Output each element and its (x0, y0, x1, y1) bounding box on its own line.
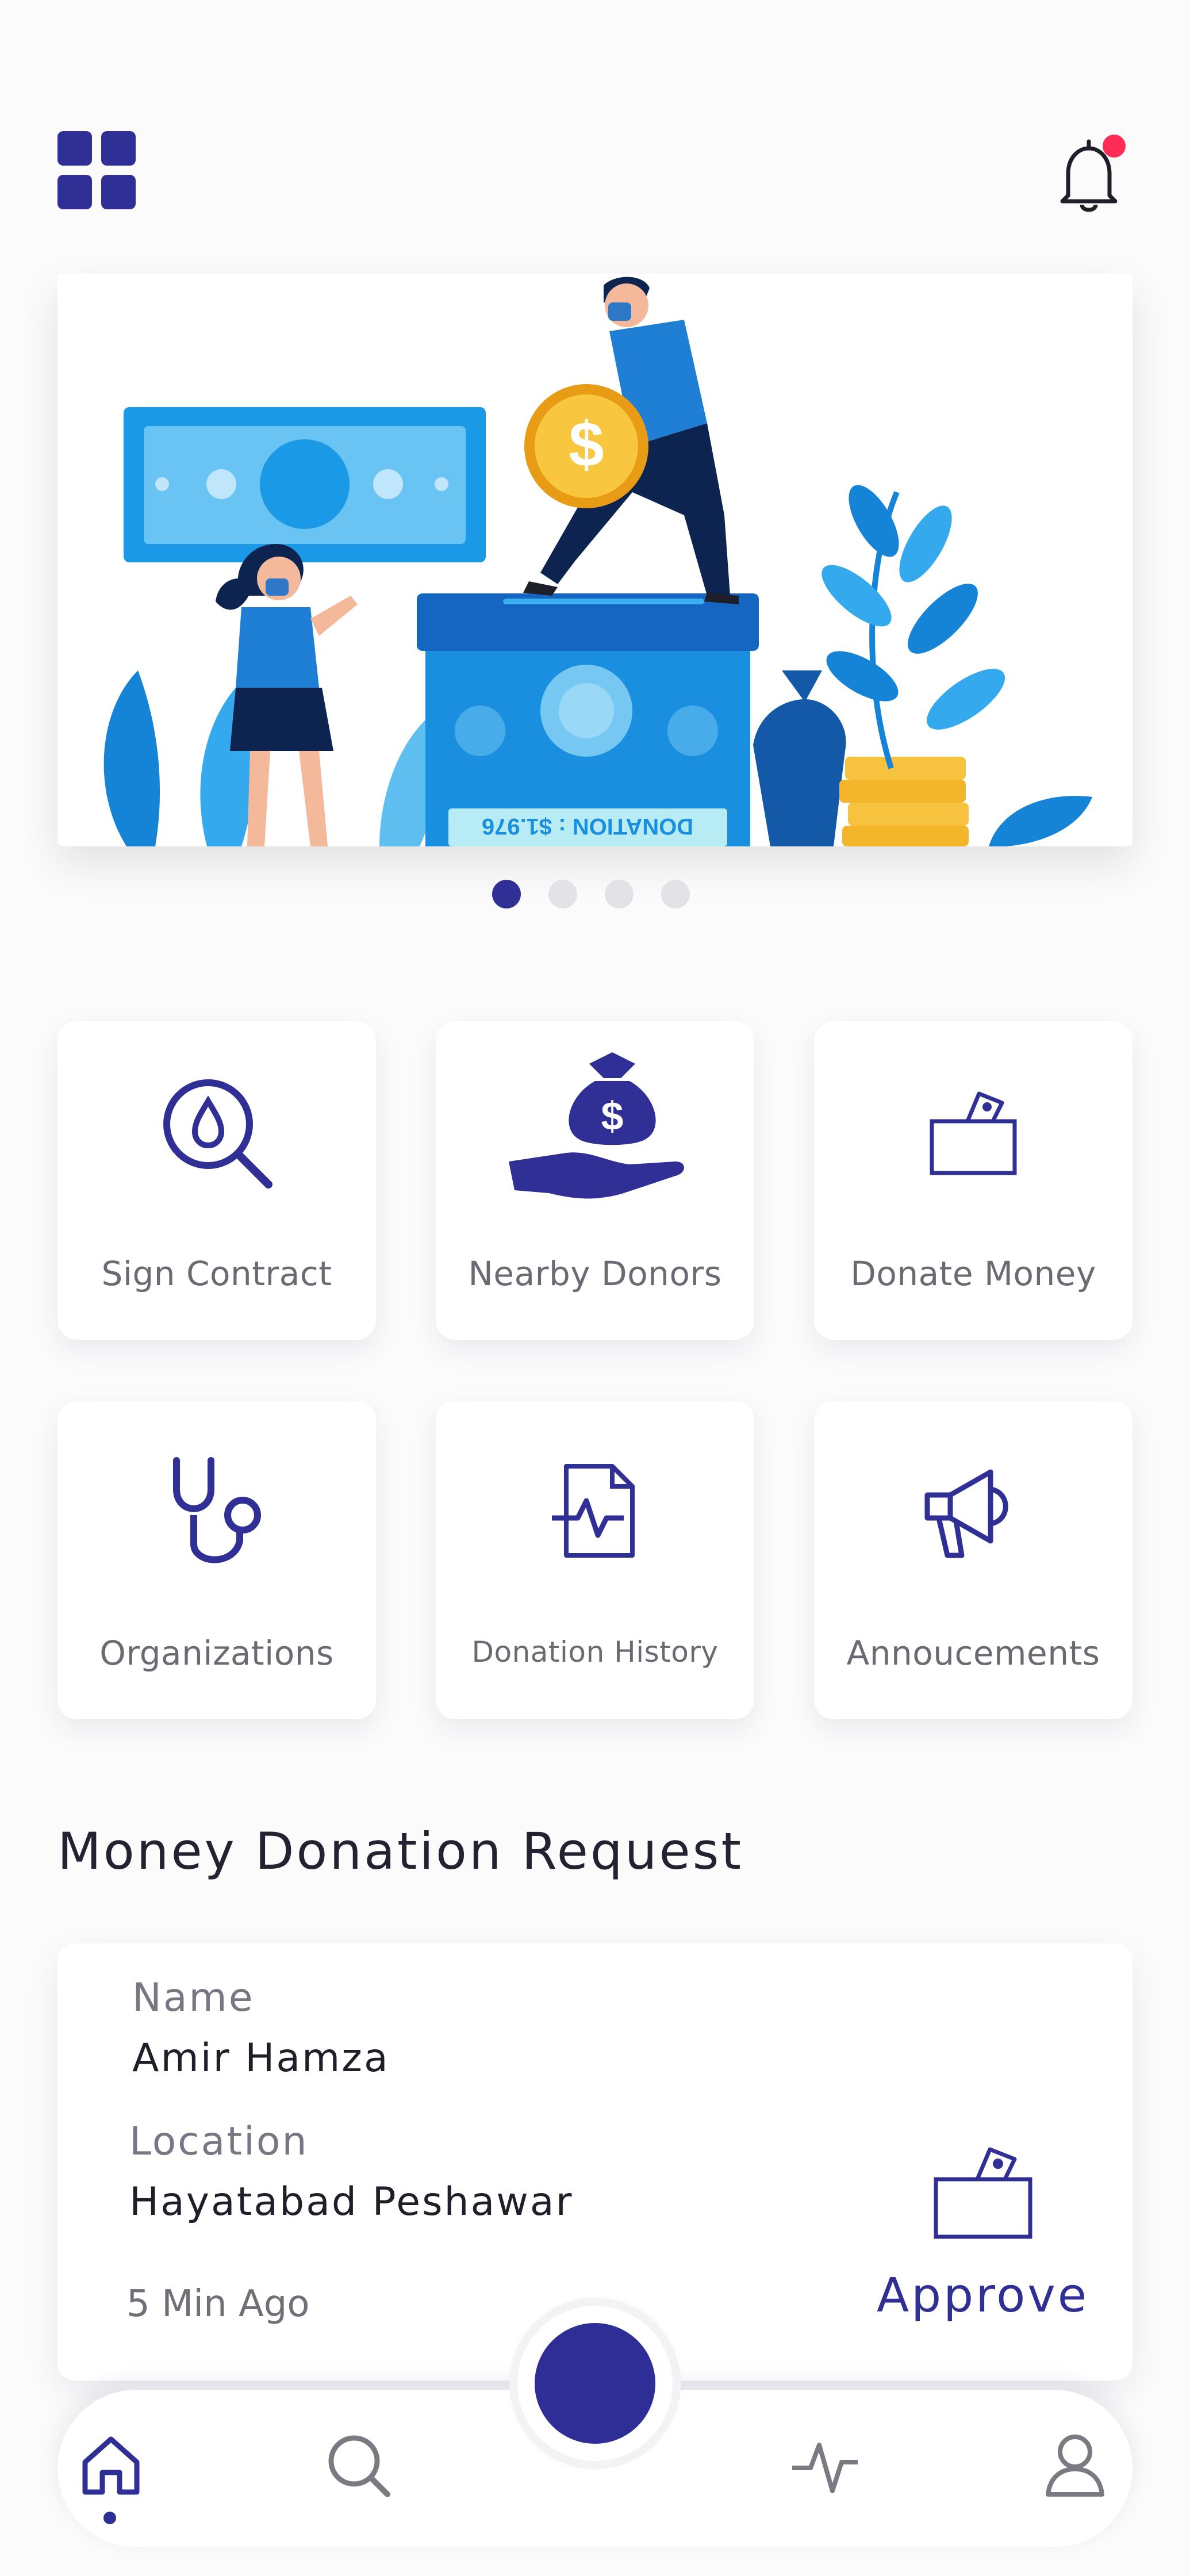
name-label: Name (132, 1975, 255, 2021)
notification-badge (1103, 135, 1126, 158)
tile-nearby-donors[interactable]: $ Nearby Donors (436, 1021, 754, 1340)
bell-icon[interactable] (1046, 132, 1133, 218)
hand-money-bag-icon: $ (436, 1046, 754, 1219)
tile-organizations[interactable]: Organizations (57, 1401, 376, 1719)
tile-donate-money[interactable]: Donate Money (814, 1021, 1133, 1340)
home-icon[interactable] (74, 2428, 148, 2502)
approve-button[interactable]: Approve (877, 2268, 1089, 2323)
requester-name: Amir Hamza (132, 2035, 390, 2081)
activity-icon[interactable] (788, 2428, 862, 2502)
donation-box-text: DONATION : $1.976 (482, 814, 693, 839)
stethoscope-icon (57, 1426, 376, 1598)
donation-box-icon[interactable] (926, 2133, 1041, 2248)
promo-banner[interactable]: DONATION : $1.976 $ (57, 274, 1133, 846)
tile-sign-contract[interactable]: Sign Contract (57, 1021, 376, 1340)
svg-text:$: $ (601, 1094, 624, 1138)
tile-label: Organizations (99, 1634, 334, 1673)
svg-text:$: $ (569, 409, 604, 480)
tile-label: Sign Contract (101, 1254, 332, 1293)
donation-illustration: DONATION : $1.976 $ (103, 277, 1092, 846)
blood-search-icon (57, 1046, 376, 1219)
grid-menu-icon[interactable] (57, 131, 136, 209)
tile-label: Donate Money (850, 1254, 1096, 1293)
tile-label: Nearby Donors (468, 1254, 722, 1293)
tile-annoucements[interactable]: Annoucements (814, 1401, 1133, 1719)
carousel-dot[interactable] (548, 880, 577, 908)
megaphone-icon (814, 1426, 1133, 1598)
location-label: Location (129, 2119, 309, 2164)
tile-label: Annoucements (846, 1634, 1100, 1673)
carousel-dot[interactable] (661, 880, 690, 908)
donation-box-icon (814, 1046, 1133, 1219)
active-nav-indicator (103, 2512, 116, 2524)
carousel-dot[interactable] (605, 880, 634, 908)
tile-donation-history[interactable]: Donation History (436, 1401, 754, 1719)
carousel-dot[interactable] (492, 880, 521, 908)
carousel-dots (492, 880, 690, 908)
section-title: Money Donation Request (57, 1822, 744, 1881)
medical-report-icon (436, 1426, 754, 1598)
requester-location: Hayatabad Peshawar (129, 2179, 574, 2225)
request-time: 5 Min Ago (126, 2283, 310, 2325)
center-action-button[interactable] (535, 2323, 655, 2444)
tile-label: Donation History (471, 1635, 719, 1669)
search-icon[interactable] (321, 2428, 396, 2502)
profile-icon[interactable] (1038, 2428, 1112, 2502)
